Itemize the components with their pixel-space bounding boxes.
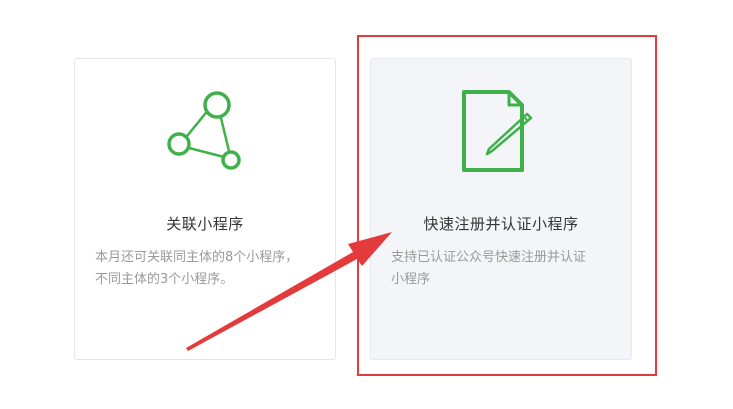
share-nodes-icon <box>167 91 241 170</box>
document-edit-icon <box>462 90 533 172</box>
stage: 关联小程序 本月还可关联同主体的8个小程序， 不同主体的3个小程序。 快速注册并… <box>0 0 733 409</box>
desc-line: 不同主体的3个小程序。 <box>95 272 234 287</box>
link-miniprogram-card[interactable]: 关联小程序 本月还可关联同主体的8个小程序， 不同主体的3个小程序。 <box>74 58 336 360</box>
card-description: 支持已认证公众号快速注册并认证 小程序 <box>391 247 613 291</box>
card-title: 快速注册并认证小程序 <box>423 215 579 233</box>
desc-line: 支持已认证公众号快速注册并认证 <box>391 250 587 265</box>
quick-register-card[interactable]: 快速注册并认证小程序 支持已认证公众号快速注册并认证 小程序 <box>370 58 632 360</box>
card-title: 关联小程序 <box>166 215 244 233</box>
icon-area <box>75 87 335 187</box>
icon-area <box>371 87 631 187</box>
desc-line: 小程序 <box>391 272 431 287</box>
desc-line: 本月还可关联同主体的8个小程序， <box>95 250 299 265</box>
card-description: 本月还可关联同主体的8个小程序， 不同主体的3个小程序。 <box>95 247 317 291</box>
